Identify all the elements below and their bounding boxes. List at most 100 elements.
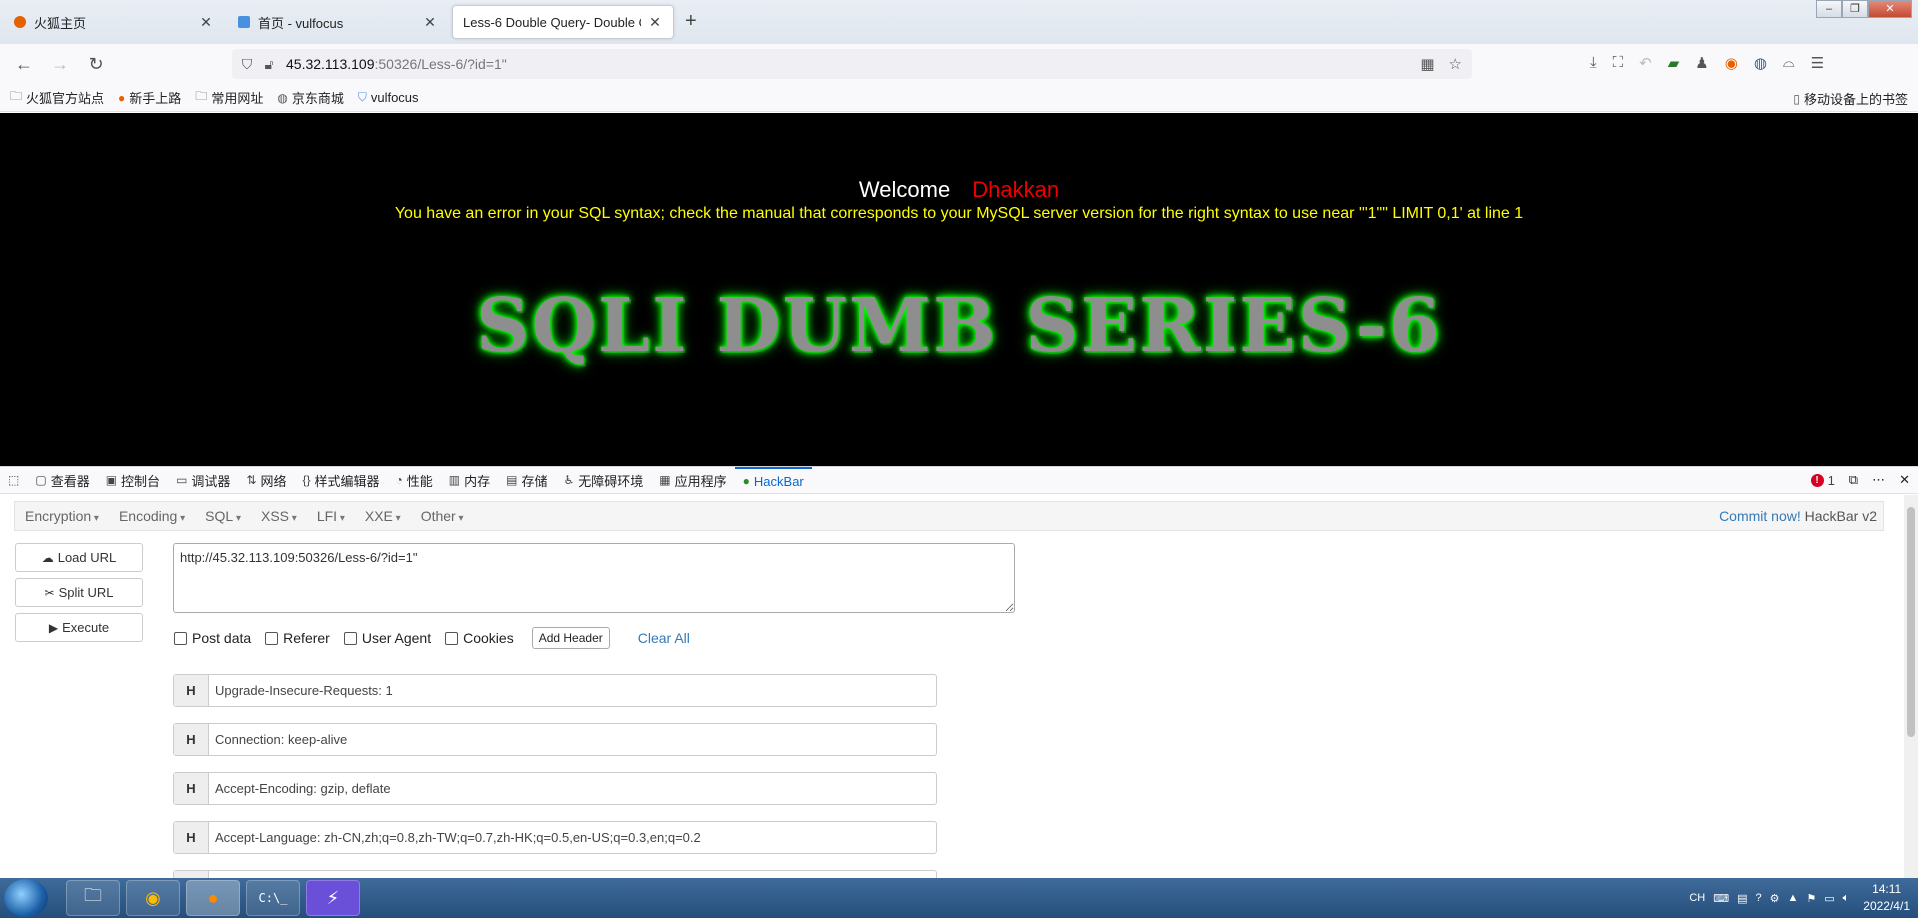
lightning-app-icon[interactable]: ⚡︎: [306, 880, 360, 916]
tab-network[interactable]: ⇅ 网络: [238, 467, 294, 493]
tab-accessibility[interactable]: ♿︎ 无障碍环境: [556, 467, 652, 493]
display-icon[interactable]: ▭: [1824, 892, 1834, 905]
checkbox-box[interactable]: [265, 631, 279, 645]
menu-lfi[interactable]: LFI: [307, 508, 355, 524]
chrome-icon[interactable]: ◉: [126, 880, 180, 916]
not-secure-icon[interactable]: 🔓︎: [258, 56, 280, 73]
load-url-button[interactable]: ☁ Load URL: [15, 543, 143, 572]
mobile-bookmarks[interactable]: ▯ 移动设备上的书签: [1793, 89, 1908, 108]
bookmark-item[interactable]: 🗀︎ 常用网址: [195, 87, 263, 108]
referer-checkbox[interactable]: Referer: [265, 630, 330, 646]
bookmark-item[interactable]: 🗀︎ 火狐官方站点: [10, 87, 104, 108]
pick-element-icon[interactable]: ⬚: [0, 467, 27, 493]
close-devtools-icon[interactable]: ✕: [1899, 472, 1910, 488]
screenshot-icon[interactable]: ⛶: [1613, 54, 1624, 72]
close-icon[interactable]: ✕: [647, 14, 663, 31]
tab-hackbar[interactable]: ● HackBar: [734, 467, 812, 493]
close-window-button[interactable]: ✕: [1868, 0, 1912, 18]
menu-xxe[interactable]: XXE: [355, 508, 411, 524]
tab-inspector[interactable]: ▢ 查看器: [27, 467, 97, 493]
sql-error-message: You have an error in your SQL syntax; ch…: [394, 205, 1524, 222]
menu-other[interactable]: Other: [411, 508, 474, 524]
tab-vulfocus[interactable]: 首页 - vulfocus ✕: [228, 5, 448, 39]
menu-xss[interactable]: XSS: [251, 508, 307, 524]
bookmark-item[interactable]: ⛉ vulfocus: [358, 90, 419, 105]
header-input[interactable]: Connection: keep-alive: [209, 732, 347, 747]
cookies-checkbox[interactable]: Cookies: [445, 630, 514, 646]
menu-encryption[interactable]: Encryption: [15, 508, 109, 524]
download-icon[interactable]: ⤓: [1590, 54, 1597, 72]
menu-sql[interactable]: SQL: [195, 508, 251, 524]
keyboard-icon[interactable]: ⌨: [1713, 892, 1729, 905]
scrollbar[interactable]: [1904, 495, 1918, 878]
show-hidden-icons[interactable]: ▲: [1788, 892, 1799, 904]
terminal-icon[interactable]: C:\_: [246, 880, 300, 916]
volume-icon[interactable]: 🔈︎: [1843, 892, 1850, 905]
close-icon[interactable]: ✕: [198, 14, 214, 31]
back-button[interactable]: ←: [12, 52, 36, 76]
checkbox-box[interactable]: [445, 631, 459, 645]
start-button[interactable]: [4, 879, 48, 917]
bookmark-star-icon[interactable]: ☆: [1449, 55, 1462, 73]
button-label: Split URL: [58, 585, 114, 600]
tab-debugger[interactable]: ▭ 调试器: [168, 467, 238, 493]
tab-firefox-home[interactable]: 火狐主页 ✕: [4, 5, 224, 39]
close-icon[interactable]: ✕: [422, 14, 438, 31]
clock[interactable]: 14:11 2022/4/1: [1863, 881, 1910, 915]
execute-button[interactable]: ▶ Execute: [15, 613, 143, 642]
tab-less-6[interactable]: Less-6 Double Query- Double Qu ✕: [452, 5, 674, 39]
bookmark-item[interactable]: ● 新手上路: [118, 88, 181, 107]
forward-button[interactable]: →: [48, 52, 72, 76]
clear-all-link[interactable]: Clear All: [638, 630, 690, 646]
tab-title: Less-6 Double Query- Double Qu: [463, 14, 641, 30]
tab-storage[interactable]: ▤ 存储: [498, 467, 555, 493]
bookmark-item[interactable]: ◍ 京东商城: [277, 88, 344, 107]
tab-console[interactable]: ▣ 控制台: [98, 467, 168, 493]
qr-code-icon[interactable]: ▦: [1420, 55, 1434, 73]
menu-icon[interactable]: ☰: [1811, 54, 1824, 72]
globe-icon[interactable]: ◍: [1754, 54, 1767, 72]
tab-style-editor[interactable]: {} 样式编辑器: [295, 467, 388, 493]
tab-memory[interactable]: ▥ 内存: [441, 467, 498, 493]
action-center-icon[interactable]: ⚑: [1806, 892, 1816, 905]
dock-icon[interactable]: ⧉: [1849, 472, 1858, 488]
menu-encoding[interactable]: Encoding: [109, 508, 195, 524]
ime-indicator[interactable]: CH: [1689, 892, 1705, 904]
hat-icon[interactable]: ⌓: [1783, 54, 1795, 72]
user-agent-checkbox[interactable]: User Agent: [343, 630, 431, 646]
network-tray-icon[interactable]: ▤: [1737, 892, 1747, 905]
minimize-button[interactable]: –: [1816, 0, 1842, 18]
add-header-button[interactable]: Add Header: [531, 627, 610, 649]
help-icon[interactable]: ?: [1756, 892, 1762, 904]
new-tab-button[interactable]: +: [685, 10, 697, 33]
firefox-icon[interactable]: ●: [186, 880, 240, 916]
split-url-button[interactable]: ✂ Split URL: [15, 578, 143, 607]
play-icon: ▶: [48, 620, 59, 635]
header-input[interactable]: Accept-Language: zh-CN,zh;q=0.8,zh-TW;q=…: [209, 830, 701, 845]
shield-icon[interactable]: ⛉: [236, 56, 258, 73]
checkbox-box[interactable]: [343, 631, 357, 645]
tab-performance[interactable]: ◔ 性能: [388, 467, 441, 493]
more-options-icon[interactable]: ⋯: [1872, 472, 1885, 488]
undo-icon[interactable]: ↶: [1639, 54, 1652, 72]
url-text[interactable]: 45.32.113.109:50326/Less-6/?id=1": [286, 56, 507, 72]
record-icon[interactable]: ◉: [1725, 54, 1738, 72]
user-icon[interactable]: ♟: [1695, 54, 1708, 72]
scrollbar-thumb[interactable]: [1907, 507, 1915, 737]
extension-icon[interactable]: ▰: [1668, 54, 1680, 72]
reload-button[interactable]: ↻: [84, 52, 108, 76]
url-bar[interactable]: ⛉ 🔓︎ 45.32.113.109:50326/Less-6/?id=1" ▦…: [232, 49, 1472, 79]
console-icon: ▣: [105, 473, 118, 487]
maximize-button[interactable]: ❐: [1842, 0, 1868, 18]
post-data-checkbox[interactable]: Post data: [174, 630, 251, 646]
settings-tray-icon[interactable]: ⚙: [1770, 892, 1780, 905]
url-textarea[interactable]: http://45.32.113.109:50326/Less-6/?id=1": [173, 543, 1015, 613]
header-row: H Accept-Language: zh-CN,zh;q=0.8,zh-TW;q…: [173, 821, 937, 854]
header-input[interactable]: Accept-Encoding: gzip, deflate: [209, 781, 391, 796]
tab-application[interactable]: ▦ 应用程序: [651, 467, 734, 493]
checkbox-box[interactable]: [174, 631, 187, 645]
file-explorer-icon[interactable]: 🗀︎: [66, 880, 120, 916]
commit-link[interactable]: Commit now!: [1719, 508, 1801, 524]
header-input[interactable]: Upgrade-Insecure-Requests: 1: [209, 683, 393, 698]
error-count-badge[interactable]: ! 1: [1810, 473, 1835, 488]
